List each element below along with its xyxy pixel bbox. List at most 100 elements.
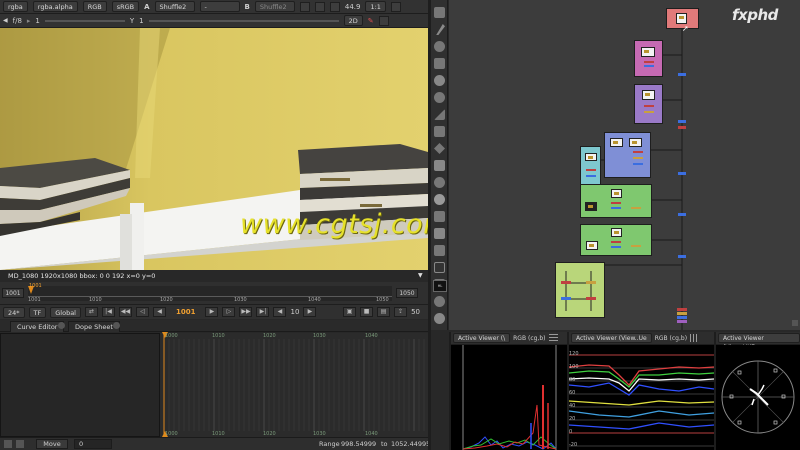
gain-value[interactable]: 1 <box>35 17 39 25</box>
deep-nodes-icon[interactable] <box>434 194 445 205</box>
metadata-nodes-icon[interactable] <box>434 228 445 239</box>
vectorscope[interactable] <box>716 345 800 450</box>
timeline-track[interactable]: 1001 1001 1010 1020 1030 1040 1050 <box>28 283 392 303</box>
particles-nodes-icon[interactable] <box>434 177 445 188</box>
transport-lock-icon[interactable]: ▤ <box>377 307 391 317</box>
ofx-nodes-icon[interactable] <box>434 296 445 307</box>
exposure-icon[interactable]: ◀ <box>3 17 8 24</box>
range-start[interactable]: 998.54999 <box>341 438 376 450</box>
viewer-image[interactable]: www.cgtsj.com <box>0 28 428 270</box>
node-thumbnail <box>611 189 622 198</box>
move-button[interactable]: Move <box>36 439 68 449</box>
jump-back-icon[interactable]: ◀ <box>273 307 287 317</box>
histogram-scope[interactable] <box>451 345 567 450</box>
viewer-menu-arrow-icon[interactable]: ▼ <box>418 272 423 279</box>
flipbook-icon[interactable]: ▣ <box>343 307 357 317</box>
stop-icon[interactable]: ■ <box>360 307 374 317</box>
transform-nodes-icon[interactable] <box>434 143 445 154</box>
vectorscope-viewer-dropdown[interactable]: Active Viewer (View..UKE <box>718 333 800 351</box>
last-frame-icon[interactable]: ▶| <box>256 307 270 317</box>
proxy-icon[interactable] <box>390 1 401 12</box>
channels-dropdown[interactable]: rgba <box>3 1 28 12</box>
keyer-nodes-icon[interactable] <box>434 109 445 120</box>
tab-close-icon[interactable] <box>113 322 120 329</box>
backdrop-purple[interactable] <box>634 84 663 124</box>
playback-fps[interactable]: 50 <box>411 308 428 316</box>
tab-curve-editor[interactable]: Curve Editor <box>10 321 65 332</box>
ratio-dropdown[interactable]: 1:1 <box>365 1 386 12</box>
vectorscope-header: Active Viewer (View..UKE <box>716 332 800 351</box>
monitor-icon[interactable] <box>299 1 310 12</box>
skull-icon[interactable] <box>434 313 445 324</box>
compare-mode-dropdown[interactable]: - <box>199 1 240 12</box>
global-dropdown[interactable]: Global <box>50 306 81 318</box>
other-nodes-icon[interactable] <box>434 262 445 273</box>
timeline[interactable]: 1001 1050 1001 1001 1010 1020 1030 1040 … <box>0 282 428 304</box>
histogram-mode[interactable]: RGB (cg,b) <box>513 335 545 342</box>
layer-dropdown[interactable]: rgba.alpha <box>32 1 78 12</box>
merge-nodes-icon[interactable] <box>434 126 445 137</box>
waveform-viewer-dropdown[interactable]: Active Viewer (View..Ue <box>571 333 652 343</box>
waveform-menu-icon[interactable] <box>690 334 700 342</box>
step-forward-icon[interactable]: ▷ <box>222 307 236 317</box>
curve-list-panel[interactable] <box>0 333 160 437</box>
histogram-menu-icon[interactable] <box>548 334 558 342</box>
fullscreen-icon[interactable] <box>329 1 340 12</box>
backdrop-green-2[interactable] <box>580 224 652 256</box>
bounce-icon[interactable]: ⇄ <box>85 307 98 317</box>
histogram-viewer-dropdown[interactable]: Active Viewer (\ <box>453 333 511 343</box>
backdrop-blue[interactable] <box>604 132 651 178</box>
colorspace-dropdown[interactable]: RGB <box>82 1 107 12</box>
pencil-icon[interactable]: ✎ <box>368 17 374 25</box>
draw-nodes-icon[interactable] <box>436 24 445 35</box>
fps-dropdown[interactable]: 24* <box>3 306 25 318</box>
range-end[interactable]: 1052.44995 <box>391 438 430 450</box>
views-nodes-icon[interactable] <box>434 211 445 222</box>
timeline-start[interactable]: 1001 <box>2 288 24 298</box>
3d-nodes-icon[interactable] <box>434 160 445 171</box>
export-icon[interactable]: ⇪ <box>394 307 408 317</box>
dag-scroll-indicator[interactable] <box>792 320 798 326</box>
timeline-end[interactable]: 1050 <box>396 288 418 298</box>
toolsets-icon[interactable] <box>434 245 445 256</box>
backdrop-green-1[interactable] <box>580 184 652 218</box>
filter-nodes-icon[interactable] <box>434 92 445 103</box>
channel-nodes-icon[interactable] <box>434 58 445 69</box>
gamma-slider[interactable] <box>148 19 339 22</box>
lut-dropdown[interactable]: sRGB <box>111 1 140 12</box>
gain-slider[interactable] <box>44 19 125 22</box>
input-a-dropdown[interactable]: Shuffle2 <box>154 1 195 12</box>
mini-node-label[interactable]: HL Zoom <box>433 280 447 292</box>
step-back-icon[interactable]: ◁ <box>136 307 149 317</box>
play-backward-icon[interactable]: ◀ <box>153 307 166 317</box>
node-graph[interactable]: fxphd ➚ HL <box>433 0 800 330</box>
time-nodes-icon[interactable] <box>434 41 445 52</box>
zoom-value[interactable]: 44.9 <box>345 3 361 11</box>
view-mode-dropdown[interactable]: 2D <box>343 15 363 26</box>
status-icon-a[interactable] <box>4 440 12 448</box>
tf-dropdown[interactable]: TF <box>28 306 47 318</box>
roi-icon[interactable] <box>314 1 325 12</box>
current-frame[interactable]: 1001 <box>170 308 201 316</box>
color-nodes-icon[interactable] <box>434 75 445 86</box>
next-key-icon[interactable]: ▶▶ <box>239 307 253 317</box>
first-frame-icon[interactable]: |◀ <box>102 307 115 317</box>
waveform-scope[interactable]: 120 100 80 60 40 20 0 -20 <box>569 345 714 450</box>
tab-close-icon[interactable] <box>58 322 65 329</box>
gamma-value[interactable]: 1 <box>139 17 143 25</box>
move-field[interactable]: 0 <box>74 439 112 449</box>
fstop-value[interactable]: f/8 <box>13 17 22 25</box>
play-forward-icon[interactable]: ▶ <box>205 307 219 317</box>
increment-value[interactable]: 10 <box>290 308 299 316</box>
lock-icon[interactable] <box>378 15 389 26</box>
status-icon-b[interactable] <box>16 440 24 448</box>
backdrop-magenta[interactable] <box>634 40 663 77</box>
backdrop-lime[interactable] <box>555 262 605 318</box>
jump-forward-icon[interactable]: ▶ <box>303 307 317 317</box>
input-b-dropdown[interactable]: Shuffle2 <box>254 1 295 12</box>
backdrop-cyan[interactable] <box>580 146 601 186</box>
dope-sheet-graph[interactable]: 1000 1010 1020 1030 1040 1000 1010 1020 … <box>160 332 430 437</box>
image-nodes-icon[interactable] <box>434 7 445 18</box>
prev-key-icon[interactable]: ◀◀ <box>119 307 132 317</box>
waveform-mode[interactable]: RGB (cg,b) <box>655 335 687 342</box>
